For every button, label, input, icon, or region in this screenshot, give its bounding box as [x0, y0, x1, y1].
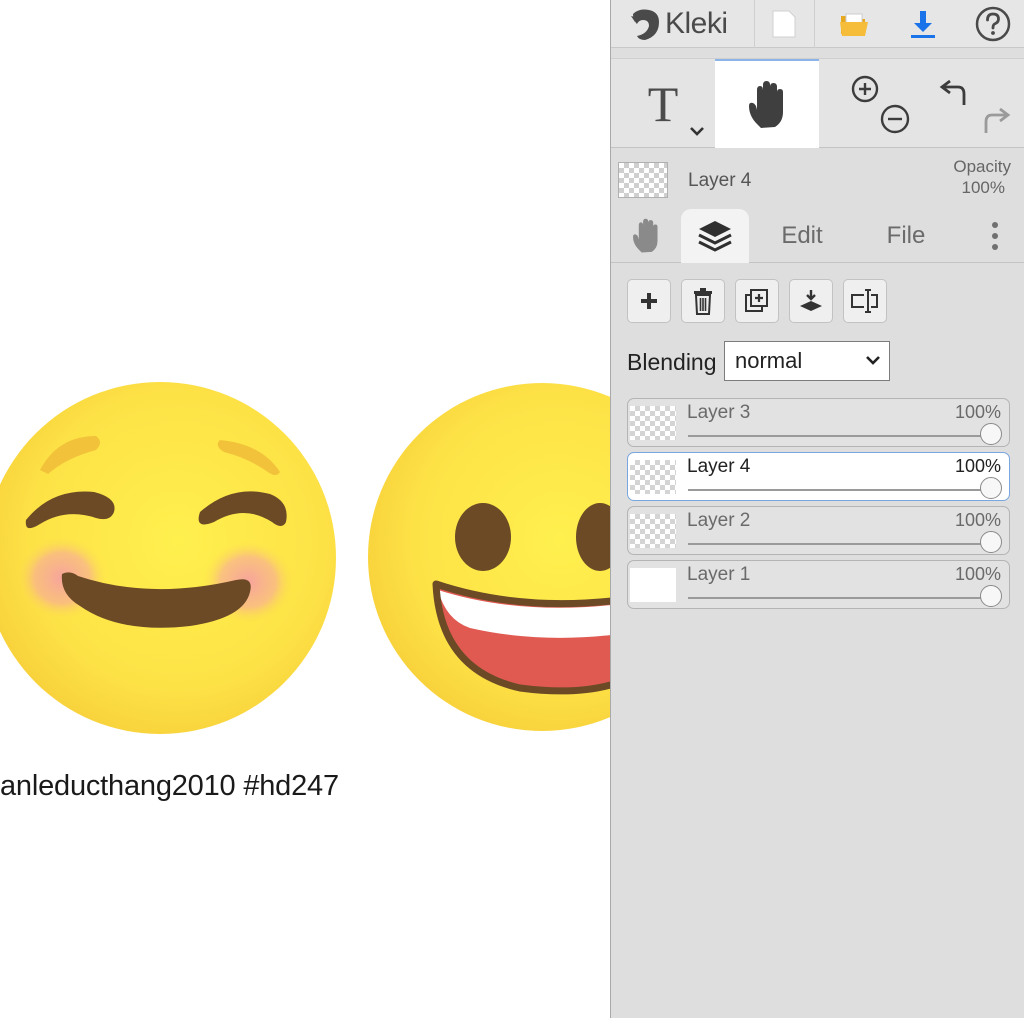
duplicate-layer-button[interactable]: [735, 279, 779, 323]
zoom-out-icon: [880, 104, 910, 134]
layer-name: Layer 4: [687, 456, 751, 477]
merge-down-icon: [800, 290, 822, 311]
laughing-emoji: [368, 383, 610, 731]
duplicate-icon: [745, 289, 768, 312]
help-button[interactable]: [963, 0, 1023, 48]
layer-name: Layer 1: [687, 564, 751, 585]
hand-icon: [633, 218, 658, 253]
layer-item-layer-3[interactable]: Layer 3 100%: [627, 398, 1010, 447]
canvas-artwork: [0, 382, 610, 734]
blending-label: Blending: [627, 349, 717, 375]
opacity-slider-track[interactable]: [688, 597, 990, 599]
text-tool-label: T: [647, 75, 679, 132]
kleki-bird-icon: [631, 9, 659, 40]
zoom-out-button[interactable]: [865, 103, 925, 135]
side-panel: Kleki T Layer 4 Opacity 100% Edit File B…: [610, 0, 1024, 1018]
blushing-emoji: [0, 382, 336, 734]
zoom-in-icon: [851, 75, 879, 103]
layer-thumbnail: [630, 568, 676, 602]
plus-icon: [641, 293, 657, 309]
opacity-value[interactable]: 100%: [962, 178, 1005, 198]
opacity-slider-handle[interactable]: [980, 423, 1002, 445]
more-vertical-icon: [992, 222, 998, 250]
text-tool-button[interactable]: T: [611, 59, 715, 148]
layer-name: Layer 3: [687, 402, 751, 423]
canvas-caption-text: anleducthang2010 #hd247: [0, 770, 339, 802]
layers-icon: [698, 221, 732, 252]
trash-icon: [694, 288, 712, 315]
add-layer-button[interactable]: [627, 279, 671, 323]
current-layer-info: Layer 4 Opacity 100%: [611, 150, 1024, 206]
top-bar: Kleki: [611, 0, 1024, 48]
hand-icon: [749, 80, 783, 128]
download-icon: [911, 11, 935, 38]
opacity-slider-track[interactable]: [688, 435, 990, 437]
tab-edit[interactable]: Edit: [761, 209, 843, 263]
blending-mode-value: normal: [735, 348, 803, 373]
chevron-down-icon[interactable]: [689, 125, 705, 137]
help-icon: [975, 6, 1011, 42]
chevron-down-icon: [866, 356, 880, 365]
layer-thumbnail: [630, 514, 676, 548]
opacity-label: Opacity: [953, 157, 1011, 176]
open-file-button[interactable]: [824, 0, 884, 48]
layer-name: Layer 2: [687, 510, 751, 531]
new-file-button[interactable]: [754, 0, 814, 48]
opacity-slider-track[interactable]: [688, 543, 990, 545]
opacity-slider-handle[interactable]: [980, 531, 1002, 553]
layer-opacity: 100%: [954, 564, 1001, 584]
new-file-icon: [772, 10, 796, 38]
app-name: Kleki: [665, 7, 728, 40]
tab-file[interactable]: File: [867, 209, 945, 263]
layer-item-layer-4[interactable]: Layer 4 100%: [627, 452, 1010, 501]
undo-icon: [939, 79, 966, 105]
layer-item-layer-1[interactable]: Layer 1 100%: [627, 560, 1010, 609]
blending-mode-select[interactable]: normal: [724, 341, 890, 381]
layer-opacity: 100%: [954, 402, 1001, 422]
kleki-logo[interactable]: Kleki: [629, 4, 728, 44]
opacity-slider-track[interactable]: [688, 489, 990, 491]
merge-layer-button[interactable]: [789, 279, 833, 323]
rename-layer-button[interactable]: [843, 279, 887, 323]
layer-opacity: 100%: [954, 456, 1001, 476]
drawing-canvas[interactable]: anleducthang2010 #hd247: [0, 0, 610, 1018]
layer-opacity: 100%: [954, 510, 1001, 530]
current-layer-name: Layer 4: [688, 170, 752, 191]
opacity-slider-handle[interactable]: [980, 477, 1002, 499]
tab-hand[interactable]: [611, 209, 681, 263]
layer-item-layer-2[interactable]: Layer 2 100%: [627, 506, 1010, 555]
open-folder-icon: [840, 13, 868, 36]
hand-tool-button[interactable]: [715, 59, 819, 148]
rename-icon: [851, 289, 878, 313]
redo-icon: [984, 107, 1011, 133]
tool-row: T: [611, 58, 1024, 148]
zoom-in-button[interactable]: [835, 73, 895, 105]
panel-tabs: Edit File: [611, 207, 1024, 263]
layer-thumbnail: [630, 406, 676, 440]
delete-layer-button[interactable]: [681, 279, 725, 323]
layer-thumbnail: [630, 460, 676, 494]
more-options-button[interactable]: [975, 209, 1015, 263]
opacity-slider-handle[interactable]: [980, 585, 1002, 607]
current-layer-thumbnail: [618, 162, 668, 198]
divider: [814, 0, 815, 48]
tab-layers[interactable]: [681, 209, 749, 263]
save-download-button[interactable]: [893, 0, 953, 48]
redo-button[interactable]: [971, 101, 1021, 141]
